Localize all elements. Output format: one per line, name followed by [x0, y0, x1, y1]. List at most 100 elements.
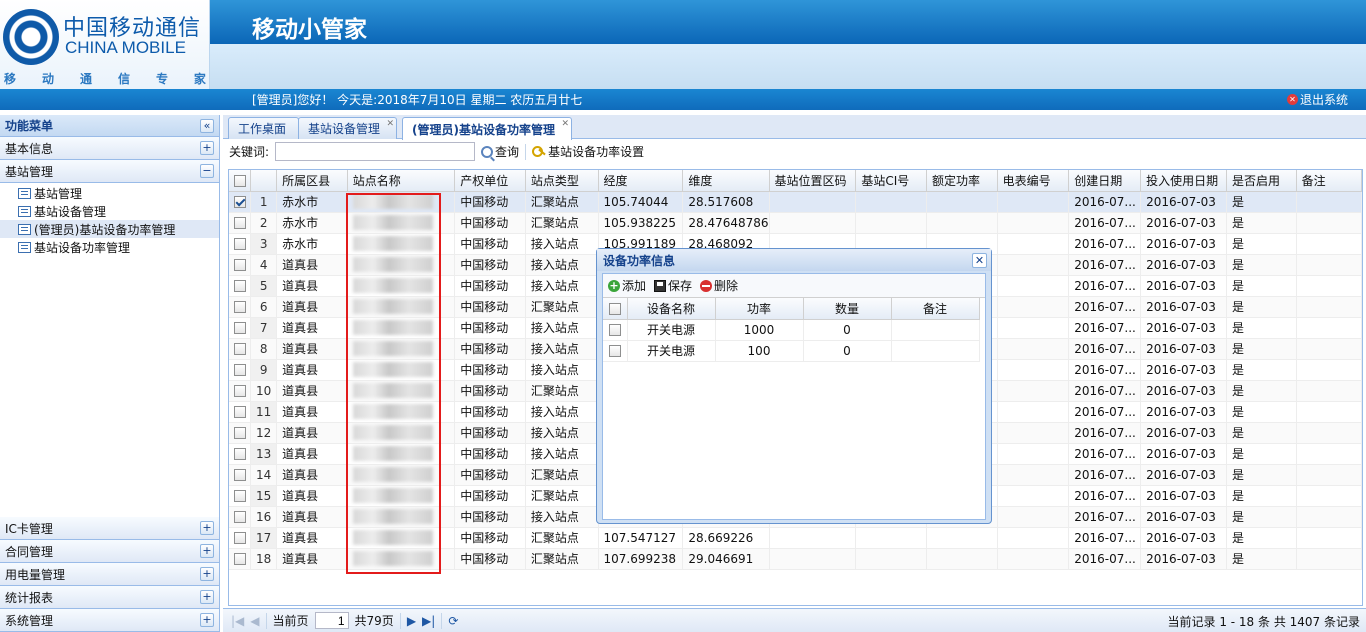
last-page-button[interactable]: ▶|: [422, 614, 435, 628]
in-use-date-cell[interactable]: 2016-07-03: [1140, 485, 1227, 507]
row-checkbox[interactable]: [229, 401, 252, 423]
remark-cell[interactable]: [1296, 464, 1362, 486]
remark-cell[interactable]: [1296, 317, 1362, 339]
menu-section-power-usage[interactable]: 用电量管理 +: [0, 563, 219, 586]
location-code-cell[interactable]: [769, 527, 857, 549]
ci-cell[interactable]: [855, 548, 927, 570]
close-tab-icon[interactable]: ✕: [561, 119, 569, 129]
column-header[interactable]: 电表编号: [997, 170, 1070, 192]
site-name-cell[interactable]: [347, 548, 456, 570]
meter-number-cell[interactable]: [997, 317, 1070, 339]
owner-cell[interactable]: 中国移动: [454, 380, 526, 402]
checkbox[interactable]: [233, 427, 246, 439]
row-checkbox[interactable]: [229, 422, 252, 444]
meter-number-cell[interactable]: [997, 296, 1070, 318]
remark-cell[interactable]: [1296, 506, 1362, 528]
created-date-cell[interactable]: 2016-07...: [1068, 380, 1142, 402]
remark-cell[interactable]: [1296, 212, 1362, 234]
in-use-date-cell[interactable]: 2016-07-03: [1140, 527, 1227, 549]
owner-cell[interactable]: 中国移动: [454, 191, 526, 213]
site-type-cell[interactable]: 接入站点: [525, 338, 599, 360]
site-name-cell[interactable]: [347, 275, 456, 297]
created-date-cell[interactable]: 2016-07...: [1068, 275, 1142, 297]
site-name-cell[interactable]: [347, 485, 456, 507]
table-row[interactable]: 1 赤水市 中国移动 汇聚站点 105.74044 28.517608 2016-07...…: [229, 191, 1362, 213]
in-use-date-cell[interactable]: 2016-07-03: [1140, 401, 1227, 423]
remark-cell[interactable]: [1296, 254, 1362, 276]
column-header[interactable]: 是否启用: [1226, 170, 1297, 192]
row-checkbox[interactable]: [229, 233, 252, 255]
created-date-cell[interactable]: 2016-07...: [1068, 548, 1142, 570]
rated-power-cell[interactable]: [926, 527, 998, 549]
equipment-row[interactable]: 开关电源 1000 0: [603, 319, 980, 341]
refresh-icon[interactable]: ⟳: [448, 614, 458, 628]
county-cell[interactable]: 道真县: [276, 380, 348, 402]
meter-number-cell[interactable]: [997, 254, 1070, 276]
checkbox[interactable]: [233, 238, 246, 250]
created-date-cell[interactable]: 2016-07...: [1068, 254, 1142, 276]
meter-number-cell[interactable]: [997, 233, 1070, 255]
checkbox[interactable]: [233, 553, 246, 565]
save-button[interactable]: 保存: [654, 277, 692, 294]
tab-admin-equipment-power[interactable]: (管理员)基站设备功率管理 ✕: [402, 117, 572, 140]
meter-number-cell[interactable]: [997, 338, 1070, 360]
site-type-cell[interactable]: 汇聚站点: [525, 296, 599, 318]
delete-button[interactable]: 删除: [700, 277, 738, 294]
column-header[interactable]: 维度: [682, 170, 770, 192]
column-header[interactable]: 额定功率: [926, 170, 998, 192]
enabled-cell[interactable]: 是: [1226, 422, 1297, 444]
remark-cell[interactable]: [1296, 359, 1362, 381]
enabled-cell[interactable]: 是: [1226, 359, 1297, 381]
checkbox[interactable]: [233, 301, 246, 313]
created-date-cell[interactable]: 2016-07...: [1068, 359, 1142, 381]
column-header[interactable]: 设备名称: [627, 298, 716, 320]
county-cell[interactable]: 道真县: [276, 359, 348, 381]
owner-cell[interactable]: 中国移动: [454, 422, 526, 444]
in-use-date-cell[interactable]: 2016-07-03: [1140, 191, 1227, 213]
row-checkbox[interactable]: [603, 319, 628, 341]
menu-section-contract[interactable]: 合同管理 +: [0, 540, 219, 563]
tab-workbench[interactable]: 工作桌面: [228, 117, 300, 139]
created-date-cell[interactable]: 2016-07...: [1068, 296, 1142, 318]
in-use-date-cell[interactable]: 2016-07-03: [1140, 548, 1227, 570]
site-name-cell[interactable]: [347, 506, 456, 528]
expand-icon[interactable]: +: [200, 141, 214, 155]
latitude-cell[interactable]: 28.669226: [682, 527, 770, 549]
owner-cell[interactable]: 中国移动: [454, 233, 526, 255]
row-checkbox[interactable]: [229, 527, 252, 549]
remark-cell[interactable]: [1296, 275, 1362, 297]
first-page-button[interactable]: |◀: [231, 614, 244, 628]
county-cell[interactable]: 道真县: [276, 506, 348, 528]
table-row[interactable]: 2 赤水市 中国移动 汇聚站点 105.938225 28.47648786 2016-07…: [229, 212, 1362, 234]
table-row[interactable]: 18 道真县 中国移动 汇聚站点 107.699238 29.046691 2016-07.…: [229, 548, 1362, 570]
created-date-cell[interactable]: 2016-07...: [1068, 317, 1142, 339]
meter-number-cell[interactable]: [997, 548, 1070, 570]
site-name-cell[interactable]: [347, 527, 456, 549]
site-type-cell[interactable]: 汇聚站点: [525, 212, 599, 234]
select-all-checkbox[interactable]: [229, 170, 252, 192]
site-name-cell[interactable]: [347, 296, 456, 318]
power-setting-button[interactable]: 基站设备功率设置: [532, 143, 644, 160]
column-header[interactable]: 投入使用日期: [1140, 170, 1227, 192]
meter-number-cell[interactable]: [997, 275, 1070, 297]
in-use-date-cell[interactable]: 2016-07-03: [1140, 422, 1227, 444]
equipment-qty[interactable]: 0: [803, 319, 892, 341]
longitude-cell[interactable]: 105.74044: [598, 191, 684, 213]
enabled-cell[interactable]: 是: [1226, 191, 1297, 213]
site-name-cell[interactable]: [347, 212, 456, 234]
ci-cell[interactable]: [855, 527, 927, 549]
created-date-cell[interactable]: 2016-07...: [1068, 527, 1142, 549]
county-cell[interactable]: 道真县: [276, 548, 348, 570]
site-type-cell[interactable]: 汇聚站点: [525, 464, 599, 486]
owner-cell[interactable]: 中国移动: [454, 527, 526, 549]
meter-number-cell[interactable]: [997, 359, 1070, 381]
county-cell[interactable]: 赤水市: [276, 233, 348, 255]
site-name-cell[interactable]: [347, 422, 456, 444]
checkbox[interactable]: [233, 490, 246, 502]
meter-number-cell[interactable]: [997, 401, 1070, 423]
expand-icon[interactable]: +: [200, 613, 214, 627]
equipment-note[interactable]: [891, 319, 980, 341]
site-type-cell[interactable]: 接入站点: [525, 506, 599, 528]
page-number-input[interactable]: [314, 612, 349, 629]
created-date-cell[interactable]: 2016-07...: [1068, 233, 1142, 255]
